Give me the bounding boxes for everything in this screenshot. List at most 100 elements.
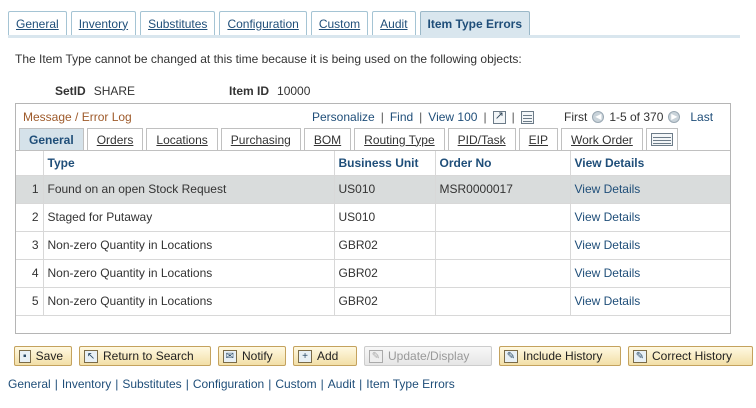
show-all-columns-icon xyxy=(650,133,673,146)
separator: | xyxy=(268,377,272,391)
link-substitutes[interactable]: Substitutes xyxy=(122,377,181,391)
first-label: First xyxy=(564,110,588,124)
view-details-link[interactable]: View Details xyxy=(570,175,730,204)
previous-icon[interactable]: ◀ xyxy=(592,111,605,123)
page-links: General | Inventory | Substitutes | Conf… xyxy=(8,377,455,391)
grid-tab-general[interactable]: General xyxy=(19,128,84,150)
table-row[interactable]: 3 Non-zero Quantity in Locations GBR02 V… xyxy=(16,231,730,260)
table-row[interactable]: 4 Non-zero Quantity in Locations GBR02 V… xyxy=(16,259,730,288)
grid-tab-locations[interactable]: Locations xyxy=(146,128,218,150)
find-link[interactable]: Find xyxy=(390,110,413,124)
separator: | xyxy=(419,110,423,124)
row-number: 2 xyxy=(16,203,44,232)
column-header-type[interactable]: Type xyxy=(43,151,335,176)
tab-item-type-errors[interactable]: Item Type Errors xyxy=(419,11,531,35)
row-number: 3 xyxy=(16,231,44,260)
grid-header: Message / Error Log Personalize | Find |… xyxy=(16,104,730,128)
column-header-view-details[interactable]: View Details xyxy=(570,151,730,176)
order-no-cell xyxy=(435,259,571,288)
column-header-order-no[interactable]: Order No xyxy=(435,151,571,176)
table-row[interactable]: 1 Found on an open Stock Request US010 M… xyxy=(16,175,730,204)
message-error-log-grid: Message / Error Log Personalize | Find |… xyxy=(15,103,731,334)
type-cell: Non-zero Quantity in Locations xyxy=(43,231,335,260)
tab-custom[interactable]: Custom xyxy=(310,11,369,35)
grid-tab-orders[interactable]: Orders xyxy=(86,128,144,150)
row-number: 1 xyxy=(16,175,44,204)
table-row[interactable]: 5 Non-zero Quantity in Locations GBR02 V… xyxy=(16,287,730,316)
link-audit[interactable]: Audit xyxy=(328,377,355,391)
next-icon[interactable]: ▶ xyxy=(668,111,681,123)
download-grid-icon[interactable] xyxy=(520,110,534,124)
view-details-link[interactable]: View Details xyxy=(570,231,730,260)
save-label: Save xyxy=(35,349,63,363)
include-history-label: Include History xyxy=(523,349,603,363)
notify-icon: ✉ xyxy=(223,349,237,363)
return-to-search-button[interactable]: ↖ Return to Search xyxy=(79,346,211,366)
tab-general[interactable]: General xyxy=(8,11,67,35)
itemid-field: Item ID 10000 xyxy=(229,84,310,98)
add-icon: + xyxy=(298,349,312,363)
correct-history-icon: ✎ xyxy=(633,349,647,363)
tab-inventory[interactable]: Inventory xyxy=(70,11,137,35)
grid-tabs: General Orders Locations Purchasing BOM … xyxy=(19,128,681,151)
row-number-header xyxy=(16,151,44,176)
order-no-cell: MSR0000017 xyxy=(435,175,571,204)
view-all-link[interactable]: View 100 xyxy=(428,110,477,124)
grid-tab-routing-type[interactable]: Routing Type xyxy=(354,128,445,150)
table-row[interactable]: 2 Staged for Putaway US010 View Details xyxy=(16,203,730,232)
save-button[interactable]: ▪ Save xyxy=(14,346,72,366)
include-history-button[interactable]: ✎ Include History xyxy=(499,346,621,366)
grid-tab-eip[interactable]: EIP xyxy=(518,128,559,150)
return-arrow-icon: ↖ xyxy=(84,349,98,363)
add-label: Add xyxy=(317,349,339,363)
order-no-cell xyxy=(435,203,571,232)
add-button[interactable]: + Add xyxy=(293,346,357,366)
row-number: 5 xyxy=(16,287,44,316)
view-details-link[interactable]: View Details xyxy=(570,203,730,232)
row-number: 4 xyxy=(16,259,44,288)
link-general[interactable]: General xyxy=(8,377,51,391)
table-header-row: Type Business Unit Order No View Details xyxy=(16,151,730,176)
type-cell: Non-zero Quantity in Locations xyxy=(43,259,335,288)
error-log-table: Type Business Unit Order No View Details… xyxy=(16,151,730,316)
include-history-icon: ✎ xyxy=(504,349,518,363)
view-details-link[interactable]: View Details xyxy=(570,259,730,288)
save-icon: ▪ xyxy=(19,349,31,363)
link-configuration[interactable]: Configuration xyxy=(193,377,264,391)
separator: | xyxy=(380,110,384,124)
type-cell: Found on an open Stock Request xyxy=(43,175,335,204)
correct-history-button[interactable]: ✎ Correct History xyxy=(628,346,753,366)
notice-text: The Item Type cannot be changed at this … xyxy=(15,52,522,66)
link-item-type-errors[interactable]: Item Type Errors xyxy=(366,377,454,391)
tab-configuration[interactable]: Configuration xyxy=(219,11,307,35)
grid-tab-pid-task[interactable]: PID/Task xyxy=(447,128,516,150)
business-unit-cell: US010 xyxy=(334,203,436,232)
view-details-link[interactable]: View Details xyxy=(570,287,730,316)
grid-navigation: First ◀ 1-5 of 370 ▶ Last xyxy=(564,110,713,124)
zoom-icon[interactable] xyxy=(492,109,506,124)
separator: | xyxy=(359,377,363,391)
column-header-business-unit[interactable]: Business Unit xyxy=(334,151,436,176)
last-link[interactable]: Last xyxy=(690,110,713,124)
order-no-cell xyxy=(435,231,571,260)
personalize-link[interactable]: Personalize xyxy=(312,110,375,124)
business-unit-cell: GBR02 xyxy=(334,287,436,316)
setid-label: SetID xyxy=(55,84,86,98)
business-unit-cell: GBR02 xyxy=(334,259,436,288)
tab-substitutes[interactable]: Substitutes xyxy=(140,11,216,35)
grid-tab-bom[interactable]: BOM xyxy=(303,128,352,150)
correct-history-label: Correct History xyxy=(652,349,733,363)
link-custom[interactable]: Custom xyxy=(275,377,316,391)
show-all-columns-tab[interactable] xyxy=(645,128,678,150)
update-display-label: Update/Display xyxy=(388,349,470,363)
separator: | xyxy=(511,110,515,124)
grid-tab-purchasing[interactable]: Purchasing xyxy=(220,128,301,150)
row-range: 1-5 of 370 xyxy=(609,110,664,124)
link-inventory[interactable]: Inventory xyxy=(62,377,111,391)
grid-tab-work-order[interactable]: Work Order xyxy=(561,128,643,150)
separator: | xyxy=(320,377,324,391)
grid-title: Message / Error Log xyxy=(23,110,132,124)
business-unit-cell: US010 xyxy=(334,175,436,204)
tab-audit[interactable]: Audit xyxy=(372,11,416,35)
notify-button[interactable]: ✉ Notify xyxy=(218,346,286,366)
